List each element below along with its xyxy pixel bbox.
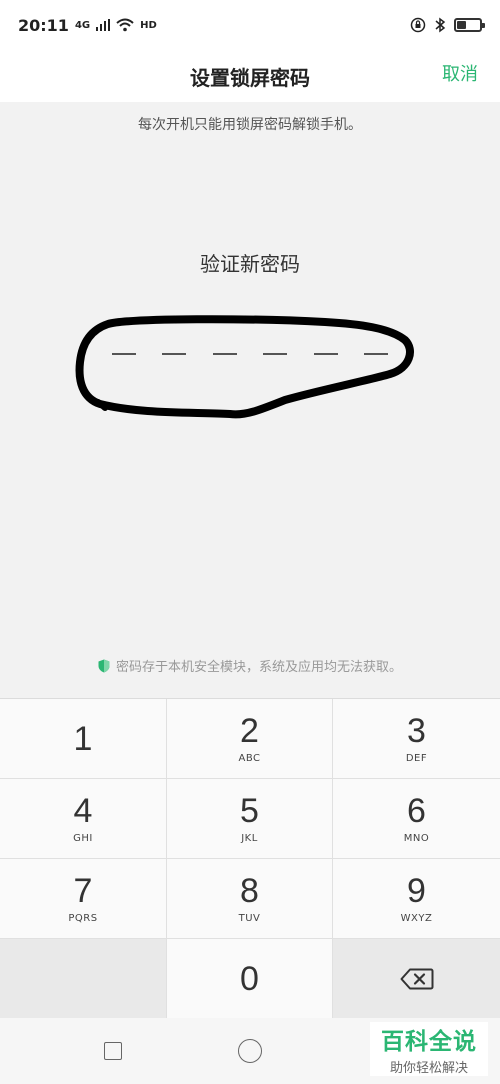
pin-slot [313, 353, 338, 355]
key-6[interactable]: 6 MNO [333, 779, 500, 859]
pin-slot [212, 353, 237, 355]
key-digit: 8 [240, 872, 259, 910]
key-9[interactable]: 9 WXYZ [333, 859, 500, 939]
hint-text: 每次开机只能用锁屏密码解锁手机。 [138, 117, 362, 133]
watermark-sub-text: 助你轻松解决 [389, 1061, 468, 1076]
pin-slot [363, 353, 388, 355]
verify-new-password-label: 验证新密码 [200, 252, 300, 276]
key-letters: JKL [241, 833, 258, 844]
numeric-keypad: 1 2 ABC 3 DEF 4 GHI 5 JKL 6 MNO 7 PQRS 8… [0, 698, 500, 1019]
key-blank [0, 939, 167, 1019]
home-button[interactable] [238, 1039, 262, 1063]
key-digit: 7 [73, 872, 93, 910]
key-letters: GHI [73, 833, 93, 844]
signal-icon [96, 19, 111, 31]
key-digit: 1 [73, 719, 93, 758]
security-note-text: 密码存于本机安全模块，系统及应用均无法获取。 [115, 660, 402, 675]
key-digit: 6 [407, 792, 426, 830]
key-3[interactable]: 3 DEF [333, 699, 500, 779]
key-letters: TUV [238, 913, 261, 924]
page-title: 设置锁屏密码 [190, 65, 310, 90]
key-5[interactable]: 5 JKL [167, 779, 333, 859]
lock-rotation-icon [410, 17, 426, 33]
key-letters: ABC [238, 753, 261, 764]
watermark-logo: 百科全说 助你轻松解决 [370, 1022, 488, 1076]
watermark-main-text: 百科全说 [381, 1029, 477, 1055]
wifi-icon [116, 18, 134, 32]
key-1[interactable]: 1 [0, 699, 167, 779]
key-digit: 2 [240, 712, 259, 750]
bluetooth-icon [435, 17, 446, 33]
key-7[interactable]: 7 PQRS [0, 859, 167, 939]
key-digit: 3 [407, 712, 426, 750]
key-letters: PQRS [68, 913, 98, 924]
key-0[interactable]: 0 [167, 939, 333, 1019]
key-letters: DEF [405, 753, 428, 764]
key-2[interactable]: 2 ABC [167, 699, 333, 779]
pin-input[interactable] [112, 336, 388, 372]
status-left: 20:11 4G HD [18, 16, 157, 35]
key-letters: WXYZ [400, 913, 433, 924]
signal-4g-label: 4G [74, 19, 91, 31]
status-time: 20:11 [18, 15, 69, 35]
shield-icon [98, 659, 110, 672]
status-bar: 20:11 4G HD [0, 0, 500, 50]
security-note: 密码存于本机安全模块，系统及应用均无法获取。 [0, 656, 500, 675]
backspace-button[interactable] [333, 939, 500, 1019]
cancel-button[interactable]: 取消 [442, 60, 478, 86]
pin-slot [263, 353, 288, 355]
pin-slot [112, 353, 136, 355]
recent-apps-button[interactable] [104, 1042, 122, 1060]
backspace-icon [400, 968, 433, 989]
key-digit: 0 [240, 959, 259, 998]
status-right [410, 17, 485, 33]
title-bar: 设置锁屏密码 取消 [0, 50, 500, 102]
battery-icon [454, 18, 485, 32]
hd-label: HD [140, 19, 157, 31]
key-digit: 4 [73, 792, 93, 830]
key-digit: 5 [240, 792, 259, 830]
key-digit: 9 [407, 872, 426, 910]
pin-slot [162, 353, 187, 355]
key-8[interactable]: 8 TUV [167, 859, 333, 939]
key-letters: MNO [403, 833, 430, 844]
key-4[interactable]: 4 GHI [0, 779, 167, 859]
